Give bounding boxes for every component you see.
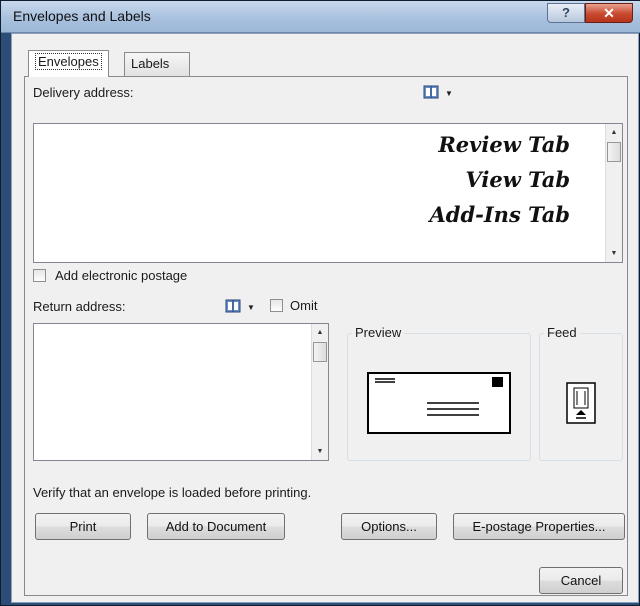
scroll-up-arrow-icon[interactable]: ▲	[312, 324, 328, 341]
add-electronic-postage-label: Add electronic postage	[55, 268, 188, 283]
address-book-icon[interactable]	[423, 85, 439, 99]
envelopes-panel: Delivery address: ▼ Review Tab View Tab …	[24, 76, 628, 596]
delivery-address-textbox[interactable]: Review Tab View Tab Add-Ins Tab ▲ ▼	[33, 123, 623, 263]
options-button[interactable]: Options...	[341, 513, 437, 540]
add-electronic-postage-checkbox[interactable]	[33, 269, 46, 282]
e-postage-properties-button[interactable]: E-postage Properties...	[453, 513, 625, 540]
return-address-textbox[interactable]: ▲ ▼	[33, 323, 329, 461]
delivery-address-line-1: Review Tab	[438, 132, 570, 157]
tab-labels[interactable]: Labels	[124, 52, 190, 76]
add-to-document-button[interactable]: Add to Document	[147, 513, 285, 540]
delivery-scrollbar[interactable]: ▲ ▼	[605, 124, 622, 262]
scroll-down-arrow-icon[interactable]: ▼	[312, 443, 328, 460]
return-address-book-dropdown[interactable]: ▼	[247, 303, 255, 312]
return-address-label: Return address:	[33, 299, 126, 314]
envelope-preview-icon[interactable]	[367, 372, 513, 436]
delivery-address-book-dropdown[interactable]: ▼	[445, 89, 453, 98]
tab-envelopes[interactable]: Envelopes	[28, 50, 109, 77]
title-bar[interactable]: Envelopes and Labels ? ✕	[1, 1, 640, 33]
delivery-address-line-2: View Tab	[465, 167, 570, 192]
return-scrollbar[interactable]: ▲ ▼	[311, 324, 328, 460]
feed-method-icon[interactable]	[566, 382, 596, 424]
omit-label: Omit	[290, 298, 318, 313]
close-button[interactable]: ✕	[585, 3, 633, 23]
scroll-down-arrow-icon[interactable]: ▼	[606, 245, 622, 262]
tab-envelopes-label: Envelopes	[35, 53, 102, 70]
scroll-up-arrow-icon[interactable]: ▲	[606, 124, 622, 141]
delivery-address-line-3: Add-Ins Tab	[429, 202, 570, 227]
help-button[interactable]: ?	[547, 3, 585, 23]
feed-label: Feed	[544, 325, 580, 340]
feed-groupbox: Feed	[539, 325, 623, 461]
envelopes-and-labels-dialog: Envelopes and Labels ? ✕ Envelopes Label…	[0, 0, 640, 606]
print-button[interactable]: Print	[35, 513, 131, 540]
dialog-title: Envelopes and Labels	[13, 8, 151, 24]
omit-checkbox[interactable]	[270, 299, 283, 312]
verify-envelope-text: Verify that an envelope is loaded before…	[33, 485, 312, 500]
preview-groupbox: Preview	[347, 325, 531, 461]
scroll-thumb[interactable]	[607, 142, 621, 162]
preview-label: Preview	[352, 325, 405, 340]
cancel-button[interactable]: Cancel	[539, 567, 623, 594]
dialog-client-area: Envelopes Labels Delivery address: ▼ Rev…	[11, 33, 639, 603]
scroll-thumb[interactable]	[313, 342, 327, 362]
return-address-book-icon[interactable]	[225, 299, 241, 313]
delivery-address-label: Delivery address:	[33, 85, 134, 100]
